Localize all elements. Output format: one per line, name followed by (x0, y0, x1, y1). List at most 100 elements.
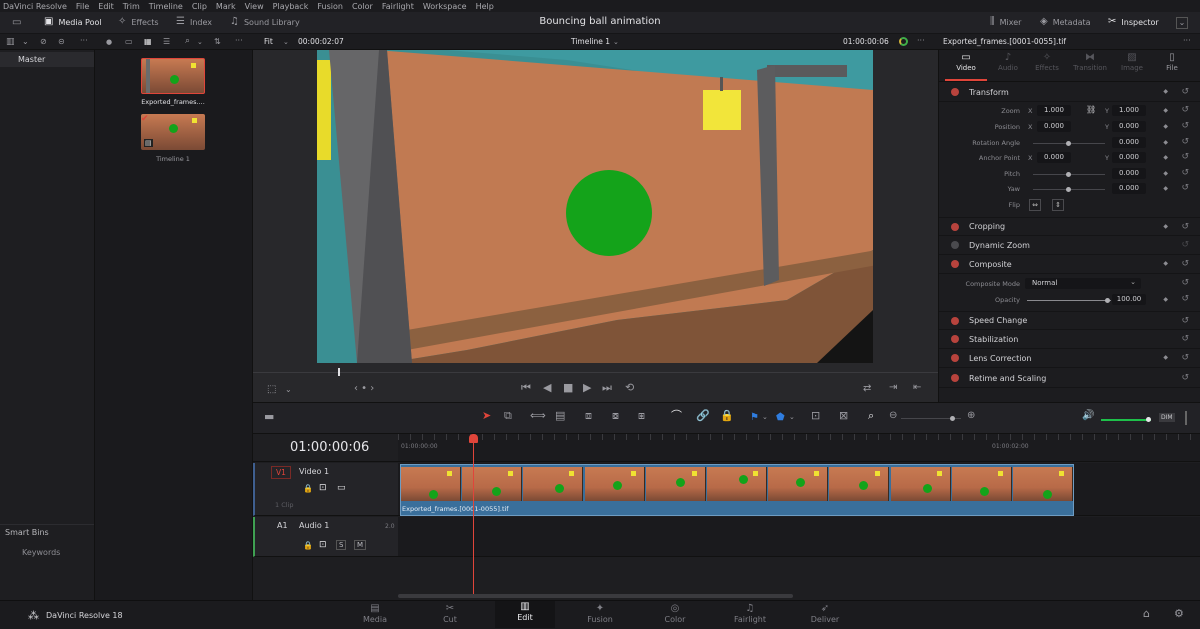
scrubber-handle[interactable] (338, 368, 340, 376)
zoom-slider-knob[interactable] (950, 416, 955, 421)
detail-zoom-icon[interactable]: ⊠ (839, 410, 848, 421)
slash-icon[interactable]: ⊝ (58, 37, 65, 47)
fit-chevron-icon[interactable]: ⌄ (283, 37, 289, 47)
reset-icon[interactable]: ↺ (1181, 152, 1189, 162)
prev-edit-icon[interactable]: ⇤ (913, 383, 921, 393)
cropping-section[interactable]: Cropping ◆ ↺ (939, 217, 1200, 236)
reset-icon[interactable]: ↺ (1181, 105, 1189, 115)
flip-horizontal-icon[interactable]: ⇔ (1029, 199, 1041, 211)
loop-icon[interactable]: ⟲ (625, 382, 634, 393)
page-tab-deliver[interactable]: ➶ Deliver (795, 603, 855, 624)
reset-icon[interactable]: ↺ (1181, 278, 1189, 288)
replace-clip-icon[interactable]: ⧆ (638, 410, 645, 421)
track-lock-icon[interactable]: 🔒 (303, 484, 313, 494)
zoom-x-field[interactable]: 1.000 (1037, 105, 1071, 116)
page-tab-color[interactable]: ◎ Color (645, 603, 705, 624)
inspector-options-icon[interactable]: ··· (1183, 36, 1191, 46)
video-track-name[interactable]: Video 1 (299, 467, 329, 476)
menu-timeline[interactable]: Timeline (149, 2, 183, 11)
reset-icon[interactable]: ↺ (1181, 87, 1189, 97)
menu-trim[interactable]: Trim (123, 2, 140, 11)
menu-fusion[interactable]: Fusion (317, 2, 343, 11)
sound-library-button[interactable]: ♫ Sound Library (230, 17, 300, 27)
menu-app[interactable]: DaVinci Resolve (3, 2, 67, 11)
settings-icon[interactable]: ⚙ (1174, 608, 1184, 619)
audio-track-header[interactable]: A1 Audio 1 2.0 🔒 ⊡ S M (253, 517, 398, 557)
opacity-field[interactable]: 100.00 (1112, 294, 1146, 305)
track-visibility-icon[interactable]: ▭ (337, 483, 346, 493)
fit-dropdown[interactable]: Fit (264, 37, 273, 46)
speed-change-enable-toggle[interactable] (951, 316, 959, 325)
metadata-button[interactable]: ◈ Metadata (1040, 17, 1091, 27)
video-track-id[interactable]: V1 (271, 466, 291, 479)
timeline-view-options-icon[interactable]: ▬ (264, 411, 274, 422)
index-button[interactable]: ☰ Index (176, 17, 212, 27)
chevron-down-icon[interactable]: ⌄ (22, 37, 29, 47)
keyframe-icon[interactable]: ◆ (1163, 139, 1168, 146)
volume-slider-knob[interactable] (1146, 417, 1151, 422)
stabilization-enable-toggle[interactable] (951, 335, 959, 343)
reset-icon[interactable]: ↺ (1181, 240, 1189, 250)
mixer-button[interactable]: ⫼ Mixer (990, 17, 1021, 27)
page-tab-fairlight[interactable]: ♫ Fairlight (720, 603, 780, 624)
menu-edit[interactable]: Edit (98, 2, 114, 11)
position-y-field[interactable]: 0.000 (1112, 121, 1146, 132)
trim-tool-icon[interactable]: ⧉ (504, 410, 512, 421)
anchor-y-field[interactable]: 0.000 (1112, 152, 1146, 163)
reset-icon[interactable]: ↺ (1181, 183, 1189, 193)
overwrite-clip-icon[interactable]: ⧇ (612, 410, 619, 421)
yaw-field[interactable]: 0.000 (1112, 183, 1146, 194)
flip-vertical-icon[interactable]: ⇕ (1052, 199, 1064, 211)
rotation-field[interactable]: 0.000 (1112, 137, 1146, 148)
menu-view[interactable]: View (245, 2, 264, 11)
stabilization-section[interactable]: Stabilization ↺ (939, 330, 1200, 349)
opacity-slider-knob[interactable] (1105, 298, 1110, 303)
speaker-icon[interactable]: 🔊 (1082, 411, 1094, 421)
reset-icon[interactable]: ↺ (1181, 373, 1189, 383)
media-clip-thumbnail[interactable] (141, 58, 205, 94)
audio-track-name[interactable]: Audio 1 (299, 521, 329, 530)
panel-toggle-icon[interactable]: ▥ (6, 37, 15, 47)
lens-correction-section[interactable]: Lens Correction ◆ ↺ (939, 349, 1200, 368)
monitor-icon[interactable]: ▭ (12, 18, 21, 28)
effects-button[interactable]: ✧ Effects (118, 17, 159, 27)
overlay-chevron-icon[interactable]: ⌄ (285, 385, 292, 395)
speed-change-section[interactable]: Speed Change ↺ (939, 311, 1200, 330)
solo-button[interactable]: S (336, 540, 347, 550)
marker-icon[interactable]: ⬟ (776, 412, 785, 423)
audio-track-id[interactable]: A1 (277, 521, 288, 530)
grid-view-icon[interactable]: ▦ (144, 37, 152, 47)
transform-section[interactable]: Transform ◆ ↺ (939, 83, 1200, 102)
keyframe-icon[interactable]: ◆ (1163, 260, 1168, 267)
stop-icon[interactable]: ■ (563, 382, 573, 393)
inspector-button[interactable]: ✂ Inspector (1108, 17, 1159, 27)
reset-icon[interactable]: ↺ (1181, 168, 1189, 178)
page-tab-edit[interactable]: ▥ Edit (495, 601, 555, 628)
menu-clip[interactable]: Clip (192, 2, 207, 11)
reset-icon[interactable]: ↺ (1181, 121, 1189, 131)
reset-icon[interactable]: ↺ (1181, 353, 1189, 363)
skip-back-icon[interactable]: ⏮ (521, 382, 531, 393)
transform-overlay-icon[interactable]: ⬚ (267, 385, 276, 395)
insert-clip-icon[interactable]: ⧈ (585, 410, 592, 421)
keyframe-icon[interactable]: ◆ (1163, 170, 1168, 177)
skip-forward-icon[interactable]: ⏭ (602, 382, 612, 393)
yaw-slider-knob[interactable] (1066, 187, 1071, 192)
keyframe-icon[interactable]: ◆ (1163, 107, 1168, 114)
keyframe-icon[interactable]: ◆ (1163, 354, 1168, 361)
custom-zoom-icon[interactable]: ⌕ (868, 410, 874, 421)
retime-section[interactable]: Retime and Scaling ↺ (939, 369, 1200, 388)
timeline-name[interactable]: Timeline 1 (571, 37, 610, 46)
sort-icon[interactable]: ⇅ (214, 37, 221, 47)
reset-icon[interactable]: ↺ (1181, 137, 1189, 147)
zoom-y-field[interactable]: 1.000 (1112, 105, 1146, 116)
timeline-scrollbar[interactable] (398, 594, 793, 598)
keyframe-icon[interactable]: ◆ (1163, 223, 1168, 230)
dynamic-zoom-section[interactable]: Dynamic Zoom ↺ (939, 236, 1200, 255)
master-bin[interactable]: Master (0, 52, 94, 67)
reset-icon[interactable]: ↺ (1181, 222, 1189, 232)
anchor-x-field[interactable]: 0.000 (1037, 152, 1071, 163)
search-chevron-icon[interactable]: ⌄ (197, 37, 203, 47)
timeline-thumbnail[interactable]: ✔ ▤ (141, 114, 205, 150)
expand-icon[interactable]: ⌄ (1176, 17, 1188, 29)
